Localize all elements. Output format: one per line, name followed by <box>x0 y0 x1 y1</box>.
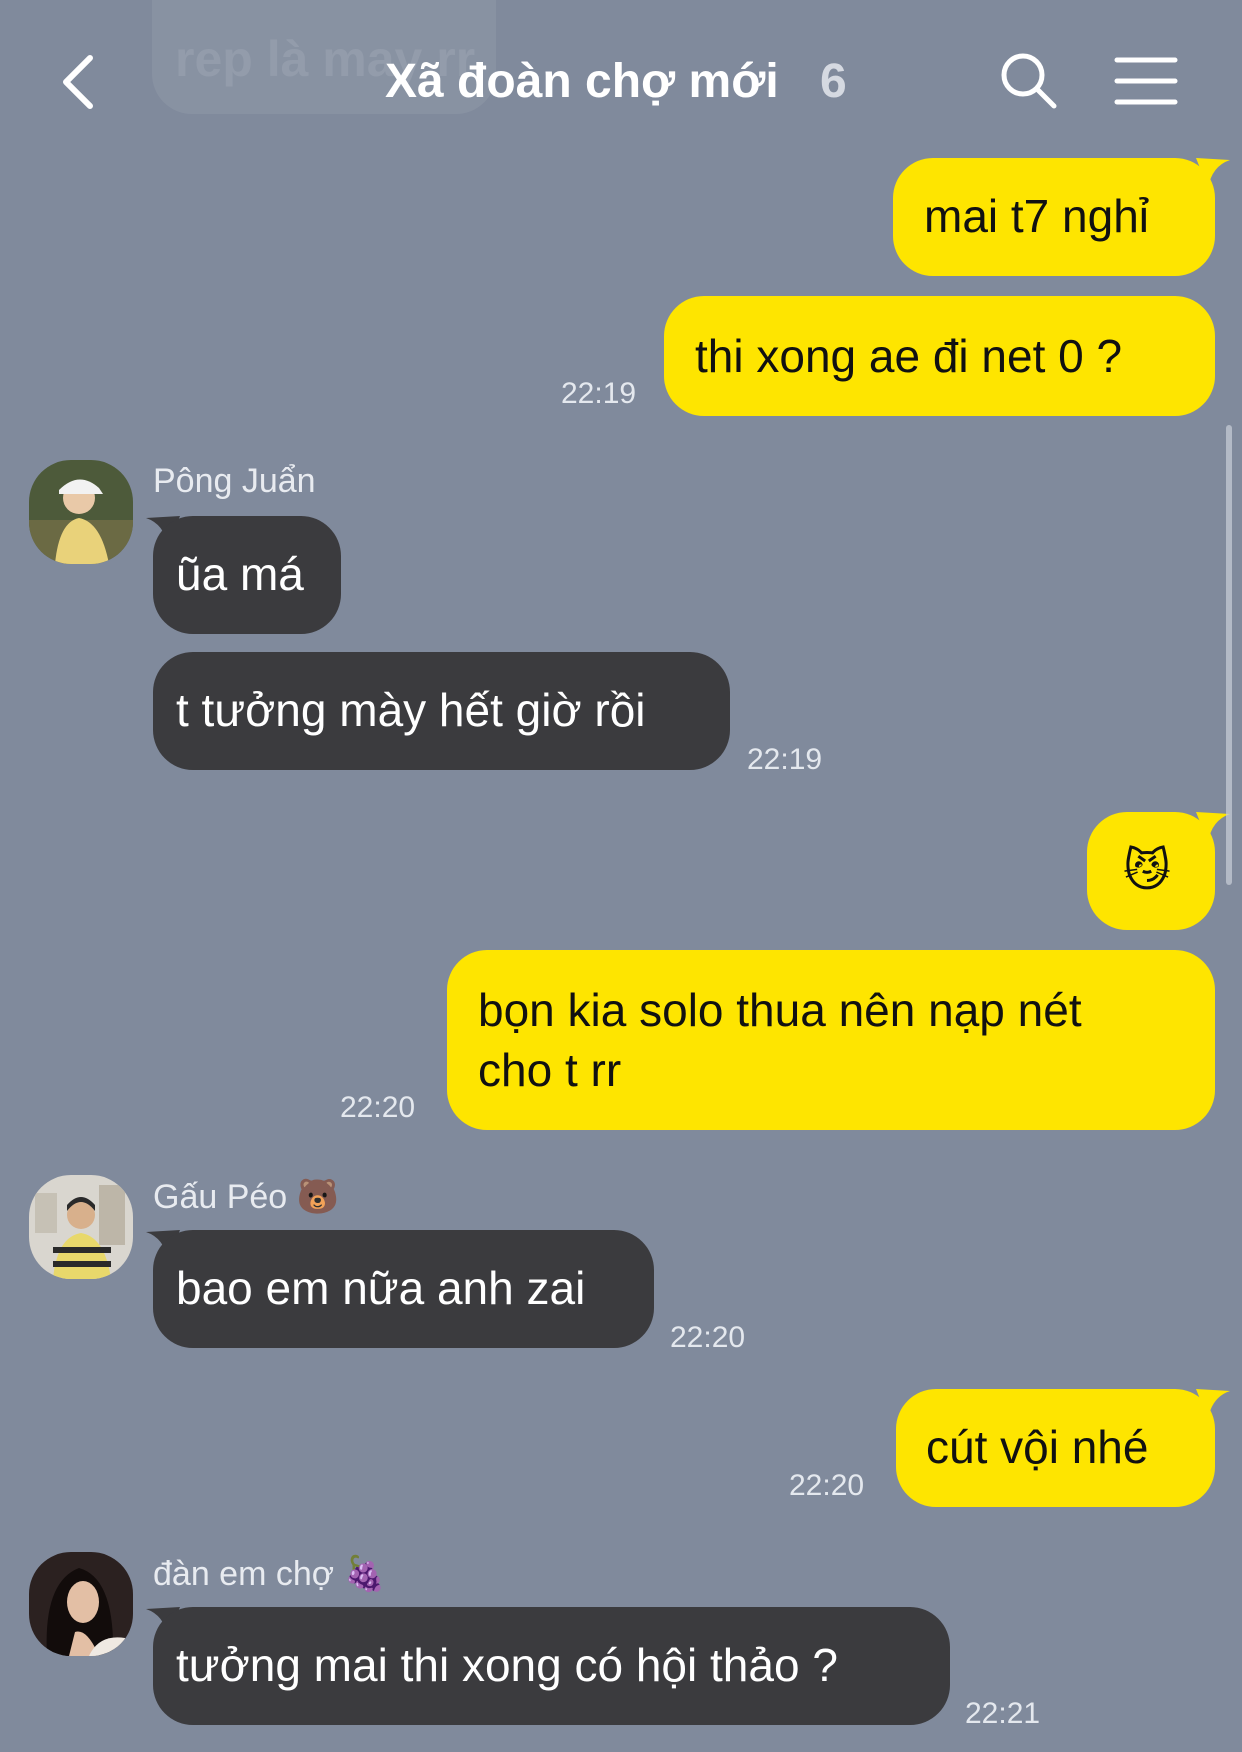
message-text: bao em nữa anh zai <box>176 1262 586 1314</box>
avatar-image <box>29 1175 133 1279</box>
my-message-bubble[interactable]: mai t7 nghỉ <box>893 158 1215 276</box>
sender-name: Gấu Péo 🐻 <box>153 1178 339 1216</box>
my-message-bubble[interactable]: cút vội nhé <box>896 1389 1215 1507</box>
message-time: 22:19 <box>561 377 637 410</box>
scrollbar[interactable] <box>1226 425 1232 885</box>
avatar-image <box>29 460 133 564</box>
my-message-bubble[interactable]: thi xong ae đi net 0 ? <box>664 296 1215 416</box>
bubble-tail <box>1196 812 1230 842</box>
message-time: 22:20 <box>789 1469 865 1502</box>
menu-button[interactable] <box>1114 56 1178 106</box>
chat-header: rep là may rr Xã đoàn chợ mới 6 <box>0 0 1242 150</box>
avatar-dan-em-cho[interactable] <box>29 1552 133 1656</box>
message-text: t tưởng mày hết giờ rồi <box>176 684 646 736</box>
message-time: 22:20 <box>340 1091 416 1124</box>
their-message-bubble[interactable]: bao em nữa anh zai <box>153 1230 654 1348</box>
message-text: tưởng mai thi xong có hội thảo ? <box>176 1639 838 1691</box>
member-count: 6 <box>820 55 847 108</box>
message-text: cút vội nhé <box>926 1421 1149 1473</box>
sender-name: Pông Juẩn <box>153 462 316 500</box>
message-text-line-1: bọn kia solo thua nên nạp nét <box>478 984 1082 1036</box>
message-time: 22:19 <box>747 743 823 776</box>
bubble-tail <box>1196 1389 1230 1419</box>
sender-name: đàn em chợ 🍇 <box>153 1555 386 1593</box>
search-icon <box>1001 53 1057 109</box>
their-message-bubble[interactable]: ũa má <box>153 516 341 634</box>
hamburger-menu-icon <box>1114 57 1178 105</box>
avatar-pong-juan[interactable] <box>29 460 133 564</box>
back-arrow-icon <box>63 55 93 109</box>
message-time: 22:21 <box>965 1697 1041 1730</box>
back-button[interactable] <box>52 46 112 118</box>
their-message-bubble[interactable]: t tưởng mày hết giờ rồi <box>153 652 730 770</box>
message-text: ũa má <box>176 548 304 600</box>
my-message-bubble[interactable]: bọn kia solo thua nên nạp nét cho t rr <box>447 950 1215 1130</box>
their-message-bubble[interactable]: tưởng mai thi xong có hội thảo ? <box>153 1607 950 1725</box>
bubble-tail <box>1196 158 1230 188</box>
message-text: mai t7 nghỉ <box>924 190 1150 242</box>
avatar-image <box>29 1552 133 1656</box>
message-time: 22:20 <box>670 1321 746 1354</box>
avatar-gau-peo[interactable] <box>29 1175 133 1279</box>
message-text: 😼 <box>1123 843 1171 897</box>
message-text: thi xong ae đi net 0 ? <box>695 330 1123 382</box>
chat-title: Xã đoàn chợ mới <box>385 55 779 108</box>
search-button[interactable] <box>996 48 1060 112</box>
message-text-line-2: cho t rr <box>478 1044 622 1096</box>
